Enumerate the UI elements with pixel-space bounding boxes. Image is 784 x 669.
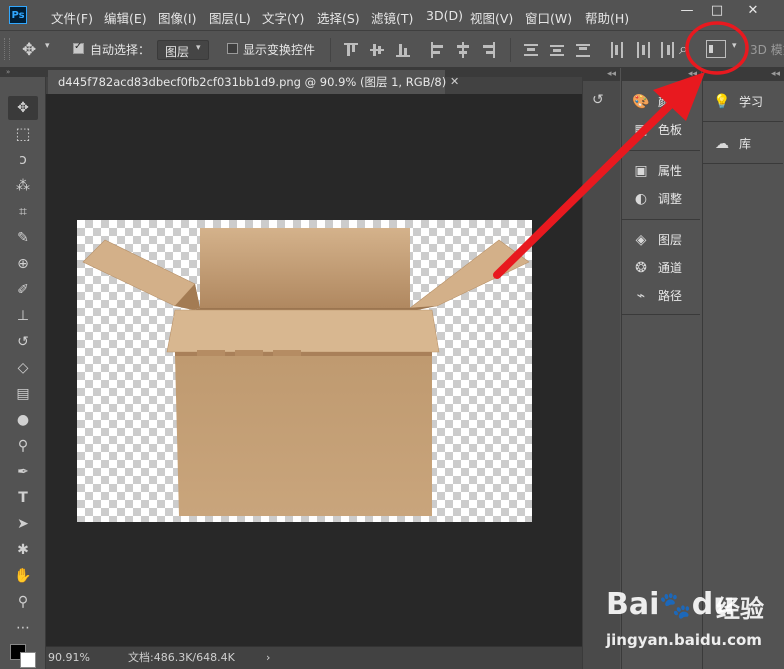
annotation-arrow-shaft [493, 99, 676, 279]
watermark-url: jingyan.baidu.com [606, 631, 762, 649]
annotation-circle [685, 21, 749, 75]
baidu-jingyan-watermark: Bai🐾du 经验 jingyan.baidu.com [604, 583, 774, 658]
annotation-overlay [493, 21, 749, 279]
paw-icon: 🐾 [659, 591, 692, 621]
watermark-brand: Bai [606, 587, 660, 622]
watermark-cn: 经验 [716, 595, 764, 623]
